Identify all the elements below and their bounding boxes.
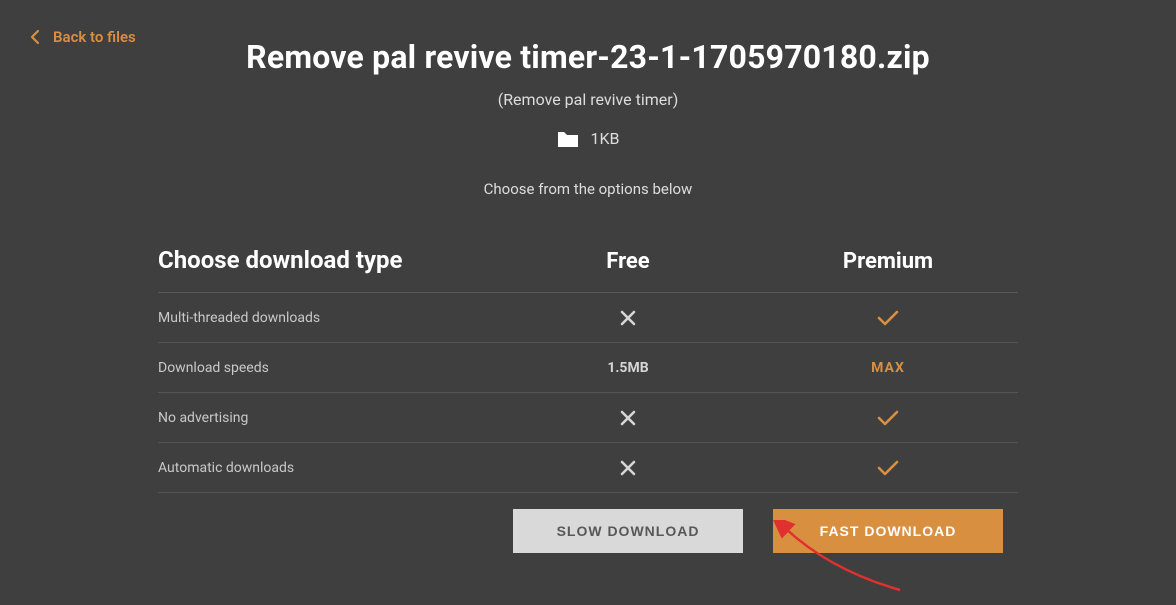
premium-cell [758, 310, 1018, 326]
folder-icon [557, 130, 579, 148]
chevron-left-icon [30, 30, 39, 44]
table-row: Multi-threaded downloads [158, 293, 1018, 343]
back-link-label: Back to files [53, 28, 136, 46]
back-to-files-link[interactable]: Back to files [30, 28, 136, 46]
col-premium-header: Premium [758, 249, 1018, 274]
table-row: Download speeds 1.5MB MAX [158, 343, 1018, 393]
fast-download-button[interactable]: FAST DOWNLOAD [773, 509, 1003, 553]
feature-label: No advertising [158, 410, 498, 426]
check-icon [758, 310, 1018, 326]
download-type-table: Choose download type Free Premium Multi-… [158, 246, 1018, 553]
x-icon [498, 309, 758, 327]
x-icon [498, 459, 758, 477]
check-icon [758, 460, 1018, 476]
feature-label: Multi-threaded downloads [158, 310, 498, 326]
table-heading: Choose download type [158, 246, 498, 274]
table-row: No advertising [158, 393, 1018, 443]
premium-cell [758, 460, 1018, 476]
free-cell [498, 459, 758, 477]
file-meta: 1KB [158, 129, 1018, 148]
slow-download-button[interactable]: SLOW DOWNLOAD [513, 509, 743, 553]
file-title: Remove pal revive timer-23-1-1705970180.… [158, 38, 1018, 76]
free-cell [498, 309, 758, 327]
check-icon [758, 410, 1018, 426]
premium-cell [758, 410, 1018, 426]
col-free-header: Free [498, 249, 758, 274]
free-cell [498, 409, 758, 427]
file-subtitle: (Remove pal revive timer) [158, 90, 1018, 109]
table-row: Automatic downloads [158, 443, 1018, 493]
free-cell: 1.5MB [498, 360, 758, 376]
feature-label: Download speeds [158, 360, 498, 376]
x-icon [498, 409, 758, 427]
file-size: 1KB [591, 129, 620, 148]
choose-prompt: Choose from the options below [158, 180, 1018, 198]
feature-label: Automatic downloads [158, 460, 498, 476]
premium-cell: MAX [758, 360, 1018, 376]
